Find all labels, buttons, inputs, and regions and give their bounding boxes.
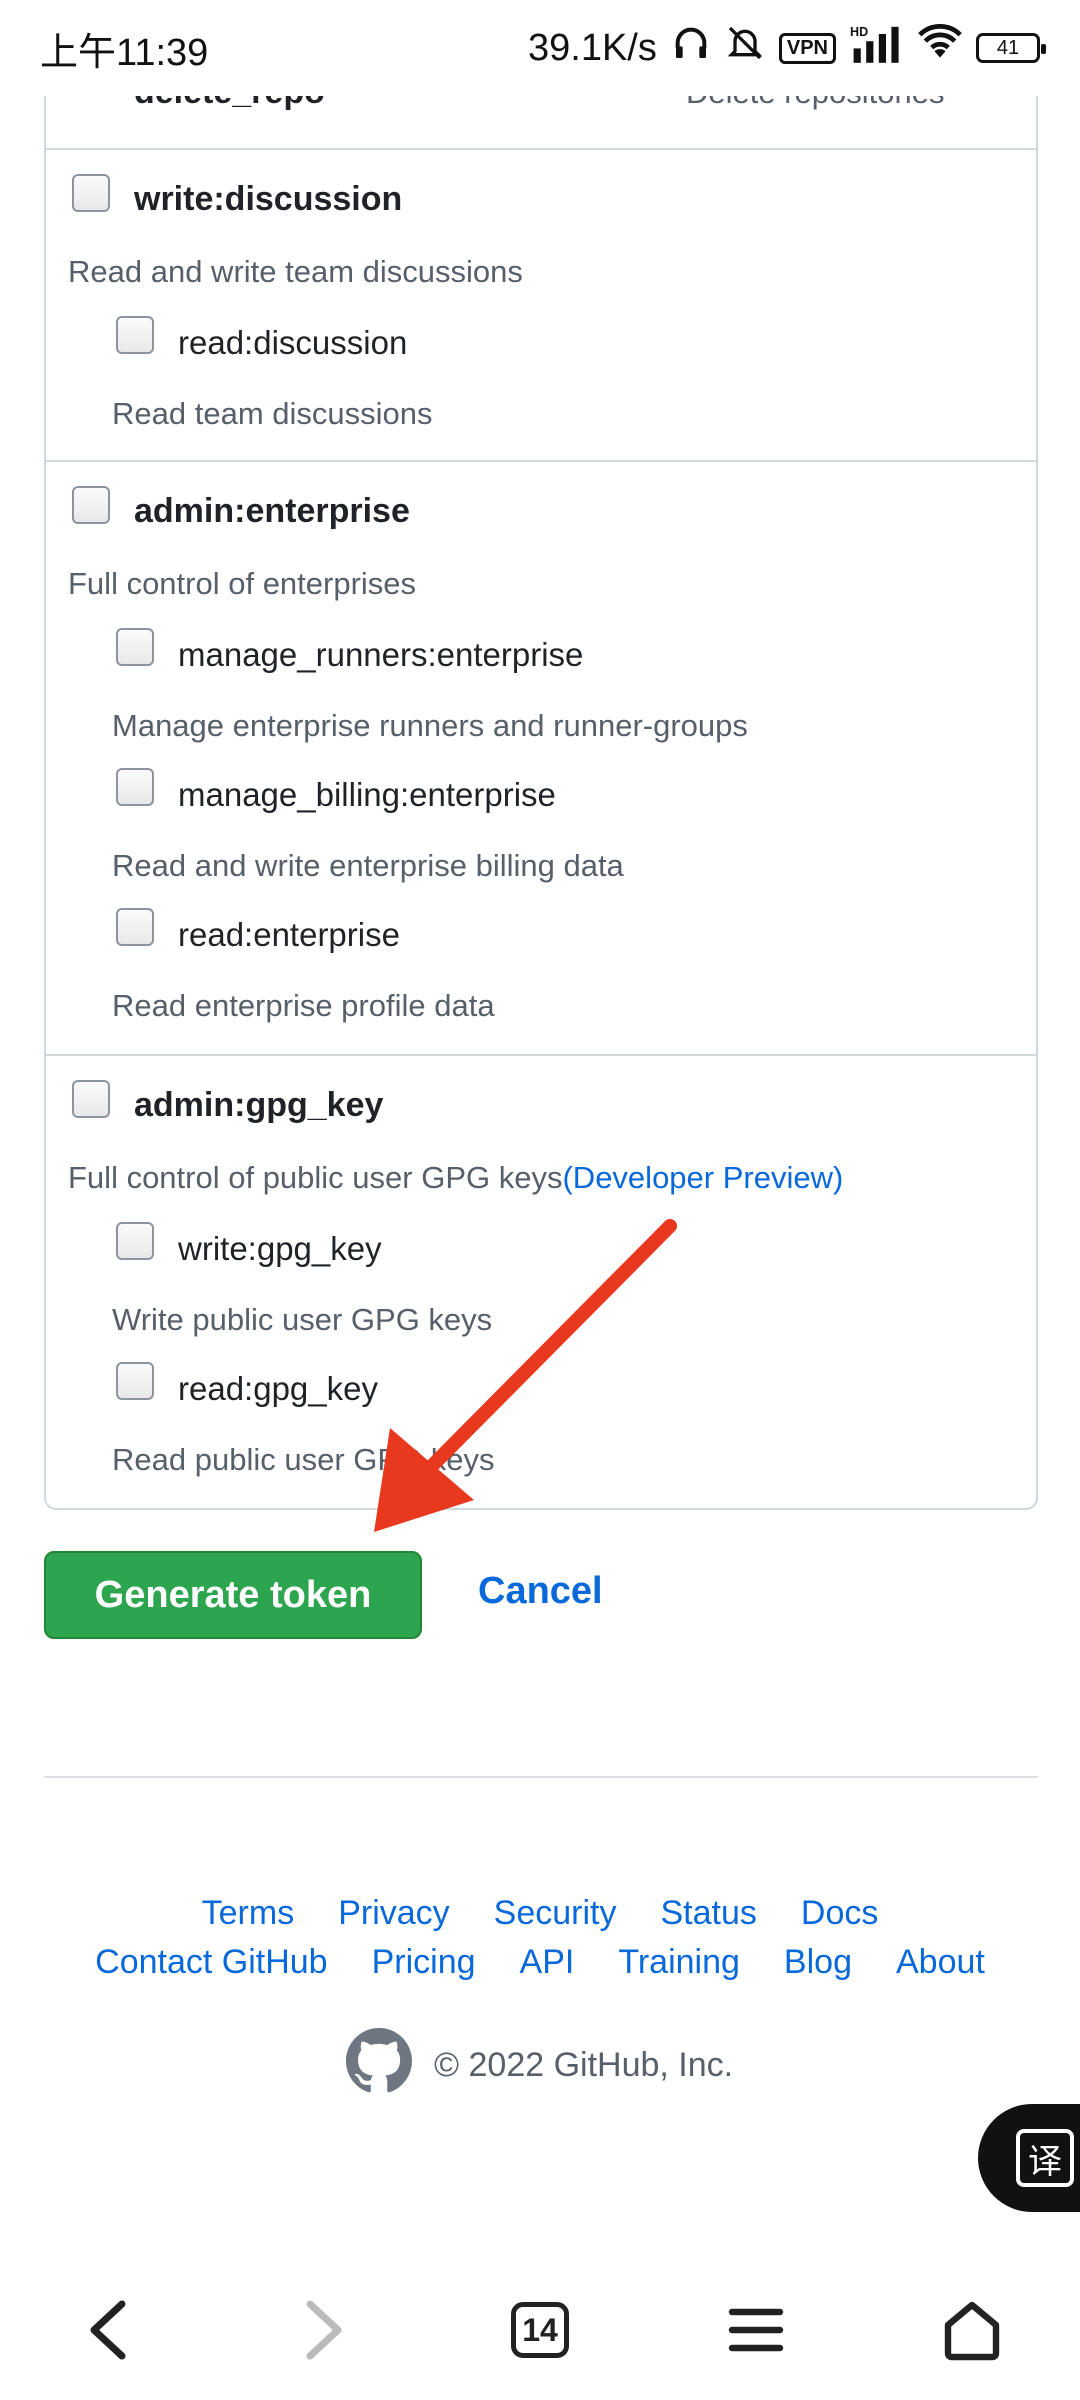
menu-icon[interactable] [696,2270,816,2390]
copyright-text: © 2022 GitHub, Inc. [434,2046,734,2084]
scope-desc-manage-billing: Read and write enterprise billing data [112,848,624,883]
translate-icon: 译 [1016,2129,1074,2187]
scope-label-write-gpg-key: write:gpg_key [178,1230,382,1267]
scope-label-admin-gpg-key: admin:gpg_key [134,1086,384,1124]
battery-indicator: 41 [976,33,1046,63]
footer-link-contact[interactable]: Contact GitHub [95,1943,327,1982]
scope-desc-read-gpg-key: Read public user GPG keys [112,1442,495,1477]
scope-label-write-discussion: write:discussion [134,180,403,218]
write-gpg-key-checkbox[interactable] [116,1222,154,1260]
footer-link-api[interactable]: API [520,1943,575,1982]
generate-token-button[interactable]: Generate token [44,1551,422,1639]
forward-icon[interactable] [264,2270,384,2390]
hd-label: HD [850,25,868,39]
scope-label-manage-runners: manage_runners:enterprise [178,636,584,673]
github-logo-icon[interactable] [346,2028,412,2103]
scope-group-admin-gpg-key: admin:gpg_key Full control of public use… [46,1054,1036,1510]
footer-link-docs[interactable]: Docs [801,1894,878,1933]
cancel-link[interactable]: Cancel [478,1570,603,1613]
headphones-icon [671,23,711,73]
read-gpg-key-checkbox[interactable] [116,1362,154,1400]
status-bar: 上午11:39 39.1K/s VPN HD 41 [0,0,1080,96]
scope-group-write-discussion: write:discussion Read and write team dis… [46,148,1036,460]
admin-enterprise-checkbox[interactable] [72,486,110,524]
footer-link-security[interactable]: Security [494,1894,617,1933]
admin-gpg-key-checkbox[interactable] [72,1080,110,1118]
signal-icon: HD [850,23,904,73]
translate-button[interactable]: 译 [978,2104,1080,2212]
footer-link-about[interactable]: About [896,1943,985,1982]
scope-label-admin-enterprise: admin:enterprise [134,492,410,530]
developer-preview-link[interactable]: (Developer Preview) [562,1160,843,1195]
footer-links-row-2: Contact GitHub Pricing API Training Blog… [0,1943,1080,1982]
footer-divider [44,1776,1038,1778]
read-discussion-checkbox[interactable] [116,316,154,354]
tab-count: 14 [511,2302,569,2358]
scope-label-read-gpg-key: read:gpg_key [178,1370,378,1407]
read-enterprise-checkbox[interactable] [116,908,154,946]
scope-group-admin-enterprise: admin:enterprise Full control of enterpr… [46,460,1036,1054]
footer-link-terms[interactable]: Terms [202,1894,295,1933]
scope-desc-manage-runners: Manage enterprise runners and runner-gro… [112,708,748,743]
footer-link-blog[interactable]: Blog [784,1943,852,1982]
wifi-icon [918,23,962,73]
back-icon[interactable] [48,2270,168,2390]
scope-desc-write-discussion: Read and write team discussions [68,254,523,289]
home-icon[interactable] [912,2270,1032,2390]
scope-label-read-enterprise: read:enterprise [178,916,400,953]
manage-billing-checkbox[interactable] [116,768,154,806]
tabs-icon[interactable]: 14 [480,2270,600,2390]
bell-muted-icon [725,23,765,73]
scope-desc-write-gpg-key: Write public user GPG keys [112,1302,493,1337]
status-icons: 39.1K/s VPN HD 41 [528,23,1046,73]
scope-label-manage-billing: manage_billing:enterprise [178,776,556,813]
vpn-badge: VPN [778,32,836,64]
footer-link-pricing[interactable]: Pricing [372,1943,476,1982]
scopes-list: delete_repo Delete repositories write:di… [44,60,1038,1510]
write-discussion-checkbox[interactable] [72,174,110,212]
footer-copyright: © 2022 GitHub, Inc. [346,2028,733,2103]
scope-desc-read-discussion: Read team discussions [112,396,433,431]
scope-desc-read-enterprise: Read enterprise profile data [112,988,495,1023]
footer-link-status[interactable]: Status [661,1894,757,1933]
browser-nav-bar: 14 [0,2260,1080,2400]
footer-links-row-1: Terms Privacy Security Status Docs [0,1894,1080,1933]
footer-link-privacy[interactable]: Privacy [338,1894,449,1933]
footer-link-training[interactable]: Training [618,1943,740,1982]
network-speed: 39.1K/s [528,26,657,69]
scope-label-read-discussion: read:discussion [178,324,408,361]
scope-desc-admin-gpg-key: Full control of public user GPG keys(Dev… [68,1160,844,1195]
scope-desc-admin-enterprise: Full control of enterprises [68,566,417,601]
status-time: 上午11:39 [40,31,209,74]
manage-runners-checkbox[interactable] [116,628,154,666]
